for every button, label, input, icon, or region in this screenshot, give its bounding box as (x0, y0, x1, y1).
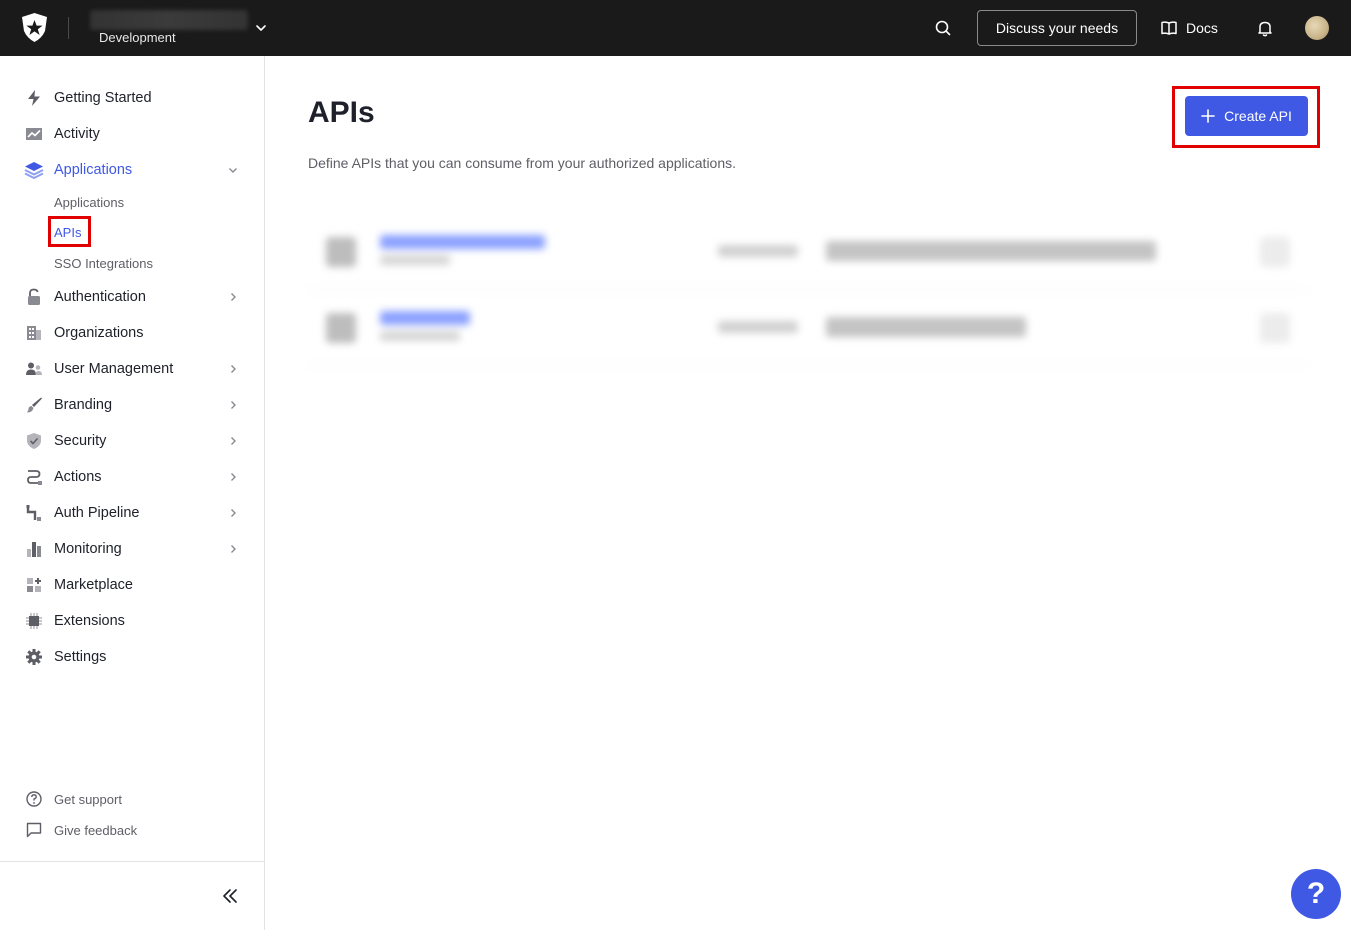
search-icon[interactable] (932, 17, 954, 39)
sidebar-item-label: Activity (54, 126, 100, 142)
row-divider (308, 365, 1306, 366)
lightning-icon (24, 88, 44, 108)
give-feedback-link[interactable]: Give feedback (0, 816, 264, 844)
create-api-button[interactable]: Create API (1185, 96, 1308, 136)
sidebar-item-label: Getting Started (54, 90, 152, 106)
create-api-label: Create API (1224, 108, 1292, 124)
grid-plus-icon (24, 575, 44, 595)
apis-highlight-box (48, 216, 91, 247)
pipeline-icon (24, 503, 44, 523)
sidebar-item-label: Auth Pipeline (54, 505, 140, 521)
actions-flow-icon (24, 467, 44, 487)
activity-chart-icon (24, 124, 44, 144)
api-list-row[interactable] (308, 291, 1306, 366)
api-name-redacted (380, 311, 470, 325)
book-icon (1161, 21, 1177, 35)
sidebar-item-label: Monitoring (54, 541, 122, 557)
user-avatar[interactable] (1305, 16, 1329, 40)
get-support-label: Get support (54, 791, 122, 807)
api-identifier-label-redacted (718, 321, 798, 333)
chevron-right-icon (231, 509, 236, 517)
get-support-link[interactable]: Get support (0, 785, 264, 813)
docs-link[interactable]: Docs (1160, 17, 1218, 39)
sidebar-item-authentication[interactable]: Authentication (0, 279, 264, 315)
sidebar-item-label: Applications (54, 162, 133, 178)
sidebar-item-label: Security (54, 433, 107, 449)
plus-icon (1201, 109, 1215, 123)
api-name-redacted (380, 235, 545, 249)
sidebar-item-label: Settings (54, 649, 107, 665)
help-circle-icon (24, 789, 44, 809)
sidebar-item-label: Extensions (54, 613, 125, 629)
chevron-right-icon (231, 545, 236, 553)
lock-icon (24, 287, 44, 307)
sidebar-item-actions[interactable]: Actions (0, 459, 264, 495)
api-identifier-redacted (826, 317, 1026, 337)
bar-chart-icon (24, 539, 44, 559)
sidebar-item-getting-started[interactable]: Getting Started (0, 80, 264, 116)
sidebar-item-user-management[interactable]: User Management (0, 351, 264, 387)
row-divider (308, 289, 1306, 290)
layers-icon (24, 160, 44, 180)
chevron-right-icon (231, 401, 236, 409)
tenant-name-redacted[interactable] (90, 10, 248, 30)
chevron-down-icon[interactable] (253, 20, 269, 36)
sidebar-item-branding[interactable]: Branding (0, 387, 264, 423)
api-type-redacted (380, 331, 460, 341)
chevron-down-icon (229, 168, 237, 173)
api-icon (326, 313, 356, 343)
sidebar-item-label: Marketplace (54, 577, 133, 593)
sidebar-item-auth-pipeline[interactable]: Auth Pipeline (0, 495, 264, 531)
sidebar-subitem-sso-integrations[interactable]: SSO Integrations (54, 256, 153, 271)
sidebar-item-applications[interactable]: Applications (0, 152, 264, 188)
chip-icon (24, 611, 44, 631)
sidebar-item-activity[interactable]: Activity (0, 116, 264, 152)
chevron-right-icon (231, 437, 236, 445)
top-navigation-bar: Development Discuss your needs Docs (0, 0, 1351, 56)
more-options-icon[interactable] (1260, 237, 1290, 267)
api-icon (326, 237, 356, 267)
building-icon (24, 323, 44, 343)
sidebar-item-organizations[interactable]: Organizations (0, 315, 264, 351)
chevron-right-icon (231, 293, 236, 301)
api-list-row[interactable] (308, 215, 1306, 290)
page-description: Define APIs that you can consume from yo… (308, 155, 737, 171)
sidebar-item-label: Organizations (54, 325, 144, 341)
discuss-your-needs-button[interactable]: Discuss your needs (977, 10, 1137, 46)
shield-icon (24, 431, 44, 451)
chevron-right-icon (231, 365, 236, 373)
gear-icon (24, 647, 44, 667)
topbar-divider (68, 17, 69, 39)
page-title: APIs (308, 96, 375, 129)
sidebar-item-label: User Management (54, 361, 174, 377)
users-icon (24, 359, 44, 379)
auth0-logo-icon[interactable] (21, 13, 48, 42)
sidebar-item-settings[interactable]: Settings (0, 639, 264, 675)
sidebar-subitem-applications[interactable]: Applications (54, 195, 124, 210)
sidebar-item-label: Authentication (54, 289, 146, 305)
sidebar: Getting Started Activity Applications Ap… (0, 56, 265, 930)
give-feedback-label: Give feedback (54, 822, 138, 838)
chevron-right-icon (231, 473, 236, 481)
sidebar-item-label: Branding (54, 397, 113, 413)
sidebar-divider (0, 861, 264, 862)
more-options-icon[interactable] (1260, 313, 1290, 343)
bell-icon[interactable] (1255, 18, 1275, 38)
api-identifier-label-redacted (718, 245, 798, 257)
tenant-environment[interactable]: Development (99, 30, 176, 45)
sidebar-item-marketplace[interactable]: Marketplace (0, 567, 264, 603)
chat-bubble-icon (24, 820, 44, 840)
api-type-redacted (380, 255, 450, 265)
docs-label: Docs (1186, 20, 1218, 36)
sidebar-item-monitoring[interactable]: Monitoring (0, 531, 264, 567)
collapse-sidebar-icon[interactable] (220, 886, 240, 906)
api-identifier-redacted (826, 241, 1156, 261)
sidebar-item-extensions[interactable]: Extensions (0, 603, 264, 639)
help-button[interactable]: ? (1291, 869, 1341, 919)
sidebar-item-label: Actions (54, 469, 102, 485)
sidebar-item-security[interactable]: Security (0, 423, 264, 459)
brush-icon (24, 395, 44, 415)
